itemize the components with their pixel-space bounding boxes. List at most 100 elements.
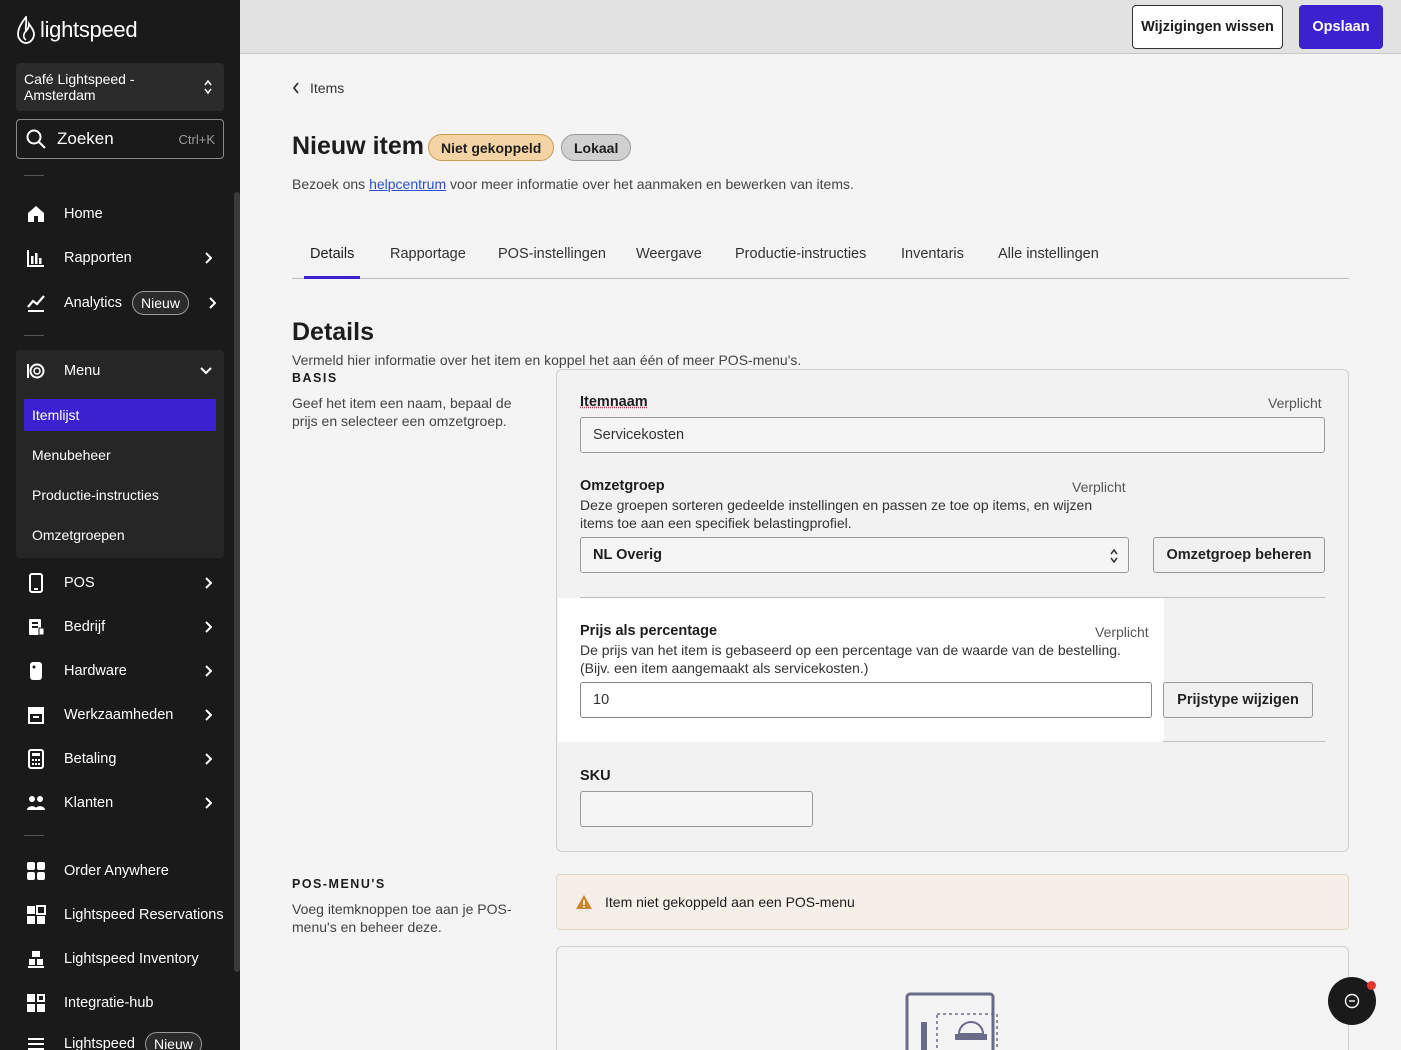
tab-details[interactable]: Details	[304, 246, 360, 279]
chevron-right-icon	[204, 709, 212, 721]
nav-bedrijf-label: Bedrijf	[64, 619, 105, 635]
tab-pos-instellingen[interactable]: POS-instellingen	[498, 246, 606, 279]
revenue-group-select[interactable]: NL Overig	[580, 537, 1129, 573]
nav-werkzaamheden[interactable]: Werkzaamheden	[16, 695, 224, 735]
nav-pos[interactable]: POS	[16, 563, 224, 603]
help-suffix: voor meer informatie over het aanmaken e…	[446, 176, 854, 192]
nav-lightspeed-more-label: Lightspeed	[64, 1036, 135, 1050]
tab-bar: Details Rapportage POS-instellingen Weer…	[292, 236, 1349, 279]
nav-bedrijf[interactable]: Bedrijf	[16, 607, 224, 647]
tab-weergave[interactable]: Weergave	[636, 246, 702, 279]
nav-hardware-label: Hardware	[64, 663, 127, 679]
divider	[1163, 741, 1325, 742]
tab-inventaris[interactable]: Inventaris	[901, 246, 964, 279]
new-badge: Nieuw	[145, 1032, 202, 1050]
nav-klanten-label: Klanten	[64, 795, 113, 811]
manage-revenue-group-button[interactable]: Omzetgroep beheren	[1153, 537, 1325, 573]
sidebar-scrollbar[interactable]	[234, 192, 240, 972]
brand-logo[interactable]: lightspeed	[16, 16, 137, 44]
location-name: Café Lightspeed - Amsterdam	[24, 71, 184, 103]
nav-inventory[interactable]: Lightspeed Inventory	[16, 939, 224, 979]
price-percentage-label: Prijs als percentage	[580, 623, 717, 639]
scope-badge: Lokaal	[561, 134, 631, 161]
nav-rapporten[interactable]: Rapporten	[16, 238, 224, 278]
nav-klanten[interactable]: Klanten	[16, 783, 224, 823]
page-title: Nieuw item	[292, 132, 424, 161]
notification-dot	[1367, 981, 1376, 990]
empty-menu-illustration-icon	[905, 992, 1001, 1050]
chat-support-button[interactable]	[1328, 977, 1376, 1025]
sku-label: SKU	[580, 768, 611, 784]
not-linked-alert: Item niet gekoppeld aan een POS-menu	[556, 874, 1349, 930]
sidebar-item-productie-instructies[interactable]: Productie-instructies	[24, 479, 216, 511]
chevron-right-icon	[204, 621, 212, 633]
search-icon	[25, 128, 47, 150]
nav-inventory-label: Lightspeed Inventory	[64, 951, 199, 967]
sku-field[interactable]	[580, 791, 813, 827]
details-description: Vermeld hier informatie over het item en…	[292, 352, 801, 368]
nav-analytics[interactable]: Analytics Nieuw	[16, 283, 224, 323]
chevron-right-icon	[204, 753, 212, 765]
item-name-label: Itemnaam	[580, 394, 648, 410]
nav-menu[interactable]: Menu	[16, 351, 224, 391]
nav-reservations-label: Lightspeed Reservations	[64, 907, 224, 923]
nav-hardware[interactable]: Hardware	[16, 651, 224, 691]
chevron-down-icon	[200, 367, 212, 375]
nav-betaling-label: Betaling	[64, 751, 116, 767]
help-text: Bezoek ons helpcentrum voor meer informa…	[292, 176, 854, 192]
updown-chevron-icon	[204, 79, 212, 95]
building-icon	[26, 617, 46, 637]
nav-order-anywhere[interactable]: Order Anywhere	[16, 851, 224, 891]
divider	[24, 335, 44, 336]
inventory-icon	[26, 949, 46, 969]
help-center-link[interactable]: helpcentrum	[369, 176, 446, 192]
revenue-group-description: Deze groepen sorteren gedeelde instellin…	[580, 496, 1125, 532]
puzzle-icon	[26, 993, 46, 1013]
discard-changes-button[interactable]: Wijzigingen wissen	[1132, 5, 1283, 49]
breadcrumb[interactable]: Items	[292, 80, 344, 96]
chevron-right-icon	[204, 797, 212, 809]
new-badge: Nieuw	[132, 291, 189, 315]
sidebar-item-omzetgroepen[interactable]: Omzetgroepen	[24, 519, 216, 551]
item-name-field[interactable]: Servicekosten	[580, 417, 1325, 453]
sidebar-item-menubeheer[interactable]: Menubeheer	[24, 439, 216, 471]
nav-order-anywhere-label: Order Anywhere	[64, 863, 169, 879]
updown-chevron-icon	[1110, 548, 1118, 564]
breadcrumb-items[interactable]: Items	[310, 80, 344, 96]
brand-name: lightspeed	[40, 17, 137, 43]
top-action-bar: Wijzigingen wissen Opslaan	[240, 0, 1401, 54]
device-icon	[26, 661, 46, 681]
home-icon	[26, 204, 46, 224]
nav-lightspeed-more[interactable]: Lightspeed Nieuw	[16, 1024, 224, 1050]
save-button[interactable]: Opslaan	[1299, 5, 1383, 49]
nav-betaling[interactable]: Betaling	[16, 739, 224, 779]
pos-menus-label: POS-MENU'S	[292, 877, 386, 891]
sidebar-item-itemlijst[interactable]: Itemlijst	[24, 399, 216, 431]
divider	[24, 835, 44, 836]
flame-icon	[16, 16, 36, 44]
chevron-right-icon	[204, 665, 212, 677]
nav-rapporten-label: Rapporten	[64, 250, 132, 266]
tab-productie-instructies[interactable]: Productie-instructies	[735, 246, 866, 279]
change-price-type-button[interactable]: Prijstype wijzigen	[1163, 682, 1313, 718]
tab-alle-instellingen[interactable]: Alle instellingen	[998, 246, 1099, 279]
price-percentage-input[interactable]: 10	[580, 682, 1152, 718]
search-input[interactable]: Zoeken Ctrl+K	[16, 119, 224, 159]
nav-integratie-label: Integratie-hub	[64, 995, 153, 1011]
list-icon	[26, 1034, 46, 1050]
section-heading-details: Details	[292, 318, 374, 347]
chevron-left-icon	[292, 82, 300, 94]
price-percentage-description: De prijs van het item is gebaseerd op ee…	[580, 641, 1145, 677]
nav-reservations[interactable]: Lightspeed Reservations	[16, 895, 224, 935]
nav-integratie-hub[interactable]: Integratie-hub	[16, 983, 224, 1023]
chat-icon	[1343, 992, 1361, 1010]
nav-home[interactable]: Home	[16, 194, 224, 234]
revenue-group-label: Omzetgroep	[580, 478, 665, 494]
location-switcher[interactable]: Café Lightspeed - Amsterdam	[16, 63, 224, 111]
chevron-right-icon	[208, 297, 216, 309]
item-name-required: Verplicht	[1268, 395, 1322, 411]
tab-rapportage[interactable]: Rapportage	[390, 246, 466, 279]
apps-icon	[26, 905, 46, 925]
nav-werkzaamheden-label: Werkzaamheden	[64, 707, 173, 723]
basis-description: Geef het item een naam, bepaal de prijs …	[292, 394, 517, 430]
